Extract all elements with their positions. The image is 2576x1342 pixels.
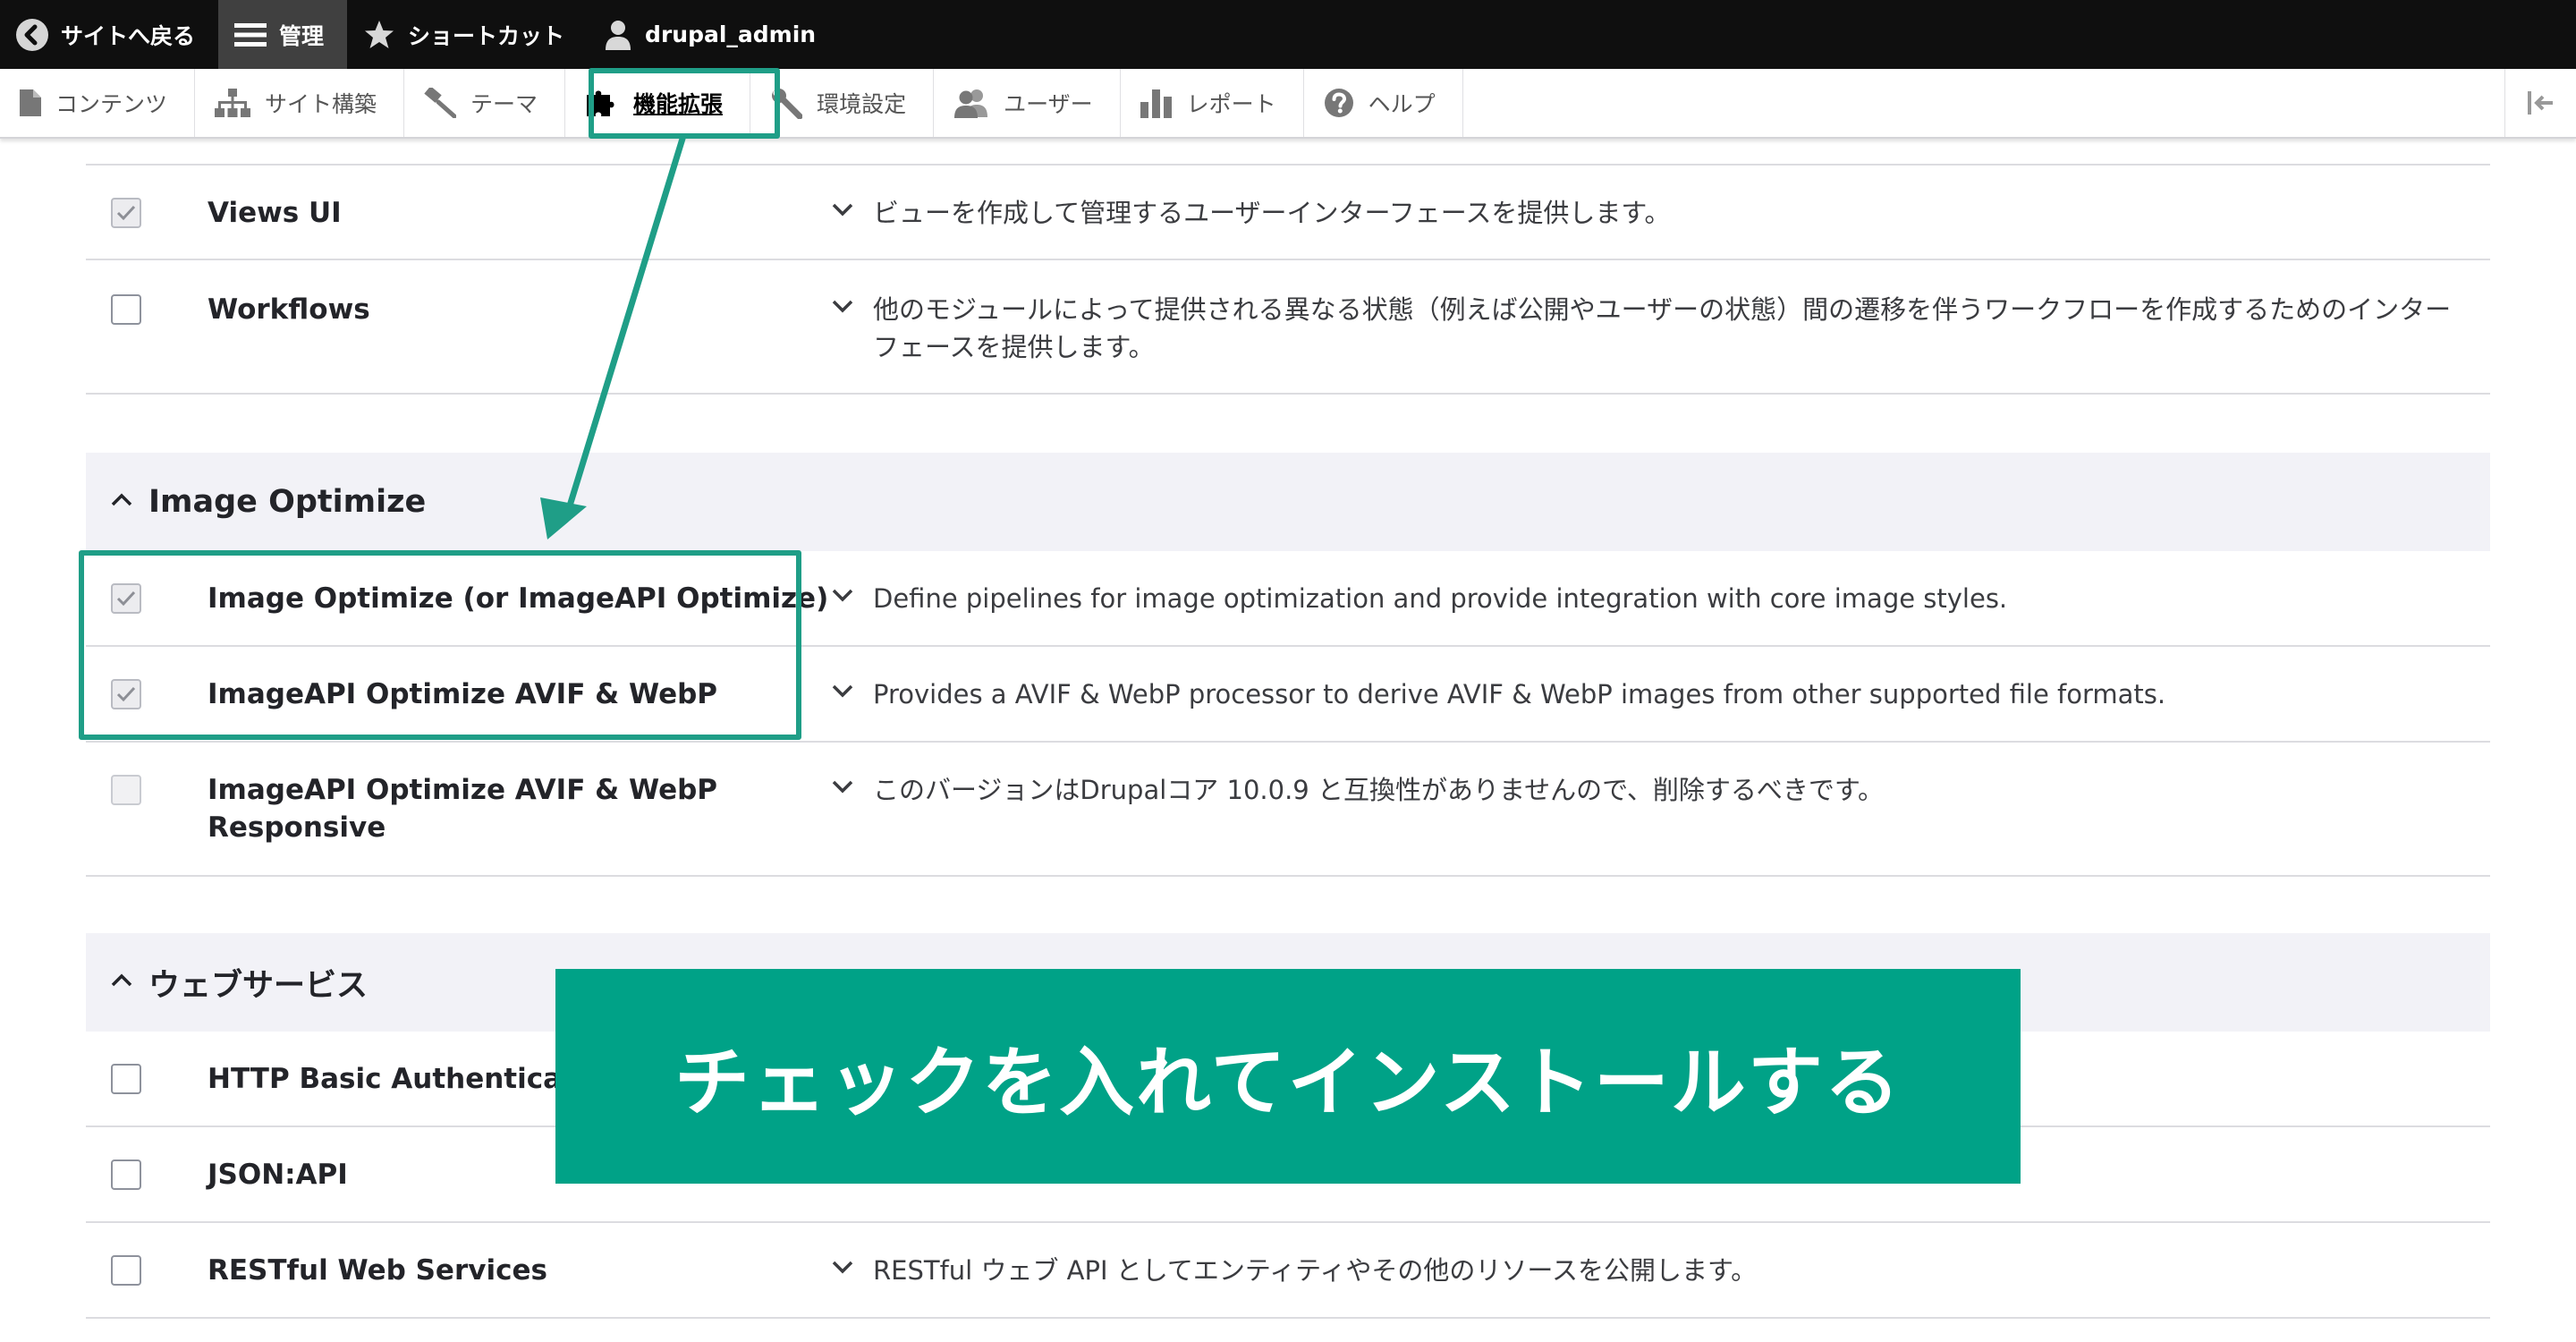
admin-toolbar: サイトへ戻る 管理 ショートカット drupal_admin [0, 0, 2576, 69]
bar-chart-icon [1140, 88, 1173, 118]
star-icon [363, 19, 395, 51]
file-icon [20, 89, 41, 116]
module-description: このバージョンはDrupalコア 10.0.9 と互換性がありませんので、削除す… [873, 775, 1885, 805]
instruction-banner: チェックを入れてインストールする [555, 969, 2021, 1184]
tray-label-content: コンテンツ [55, 91, 168, 117]
back-to-site-link[interactable]: サイトへ戻る [0, 0, 218, 69]
tray-item-content[interactable]: コンテンツ [0, 69, 196, 137]
module-description: Define pipelines for image optimization … [873, 583, 2008, 614]
module-name: ImageAPI Optimize AVIF & WebP Responsive [208, 774, 718, 844]
module-description: RESTful ウェブ API としてエンティティやその他のリソースを公開します… [873, 1255, 1758, 1286]
tray-orientation-toggle[interactable] [2504, 69, 2576, 137]
chevron-down-icon[interactable] [830, 201, 855, 221]
collapse-left-icon [2527, 91, 2553, 115]
chevron-down-icon[interactable] [830, 1259, 855, 1278]
chevron-up-icon [109, 973, 134, 992]
highlight-box-selected-modules [79, 550, 801, 740]
shortcuts-label: ショートカット [408, 22, 565, 49]
module-name: Workflows [208, 293, 370, 326]
manage-label: 管理 [279, 22, 325, 49]
module-description: 他のモジュールによって提供される異なる状態（例えば公開やユーザーの状態）間の遷移… [873, 294, 2452, 362]
instruction-banner-text: チェックを入れてインストールする [674, 1038, 1902, 1126]
tray-label-config: 環境設定 [817, 91, 907, 117]
user-label: drupal_admin [645, 21, 817, 47]
shortcuts-tab[interactable]: ショートカット [347, 0, 588, 69]
tray-label-reports: レポート [1186, 91, 1276, 117]
chevron-down-icon[interactable] [830, 683, 855, 702]
module-row-restful-web-services: RESTful Web Services RESTful ウェブ API として… [86, 1223, 2490, 1319]
section-title: Image Optimize [148, 484, 427, 520]
tray-item-appearance[interactable]: テーマ [404, 69, 566, 137]
chevron-up-icon [109, 492, 134, 512]
section-header-image-optimize[interactable]: Image Optimize [86, 453, 2490, 551]
tray-item-structure[interactable]: サイト構築 [195, 69, 405, 137]
tray-item-people[interactable]: ユーザー [934, 69, 1121, 137]
module-description: ビューを作成して管理するユーザーインターフェースを提供します。 [873, 198, 1671, 228]
tray-item-help[interactable]: ヘルプ [1304, 69, 1463, 137]
chevron-down-icon[interactable] [830, 778, 855, 798]
module-description: Provides a AVIF & WebP processor to deri… [873, 679, 2166, 709]
module-checkbox-workflows[interactable] [111, 294, 141, 325]
module-checkbox-restful-web-services[interactable] [111, 1255, 141, 1286]
sitemap-icon [215, 89, 251, 117]
highlight-box-extend-tab [589, 68, 780, 139]
checkmark-icon [116, 205, 136, 221]
user-tab[interactable]: drupal_admin [588, 0, 839, 69]
chevron-down-icon[interactable] [830, 298, 855, 318]
user-icon [604, 19, 632, 51]
module-checkbox-imageapi-avif-webp-responsive [111, 775, 141, 805]
section-title: ウェブサービス [148, 967, 369, 1004]
module-checkbox-jsonapi[interactable] [111, 1159, 141, 1190]
tray-label-help: ヘルプ [1368, 91, 1436, 117]
tray-label-appearance: テーマ [470, 91, 538, 117]
back-to-site-label: サイトへ戻る [61, 22, 196, 49]
module-name: Views UI [208, 197, 342, 229]
tray-label-people: ユーザー [1004, 91, 1093, 117]
module-checkbox-views-ui[interactable] [111, 198, 141, 228]
module-row-imageapi-avif-webp-responsive: ImageAPI Optimize AVIF & WebP Responsive… [86, 743, 2490, 877]
manage-tab[interactable]: 管理 [218, 0, 348, 69]
help-icon [1324, 88, 1354, 118]
module-row-views-ui: Views UI ビューを作成して管理するユーザーインターフェースを提供します。 [86, 166, 2490, 260]
paintbrush-icon [424, 88, 457, 118]
module-checkbox-http-basic-auth[interactable] [111, 1064, 141, 1094]
tray-label-structure: サイト構築 [265, 91, 377, 117]
tray-item-reports[interactable]: レポート [1121, 69, 1304, 137]
back-arrow-icon [16, 18, 48, 51]
hamburger-icon [234, 21, 267, 48]
admin-tray: コンテンツ サイト構築 テーマ 機能拡張 環境設定 ユーザー レポート ヘルプ [0, 69, 2576, 139]
module-name: JSON:API [208, 1159, 348, 1191]
module-name: RESTful Web Services [208, 1254, 547, 1287]
chevron-down-icon[interactable] [830, 587, 855, 607]
people-icon [953, 88, 989, 118]
module-row-workflows: Workflows 他のモジュールによって提供される異なる状態（例えば公開やユー… [86, 260, 2490, 395]
